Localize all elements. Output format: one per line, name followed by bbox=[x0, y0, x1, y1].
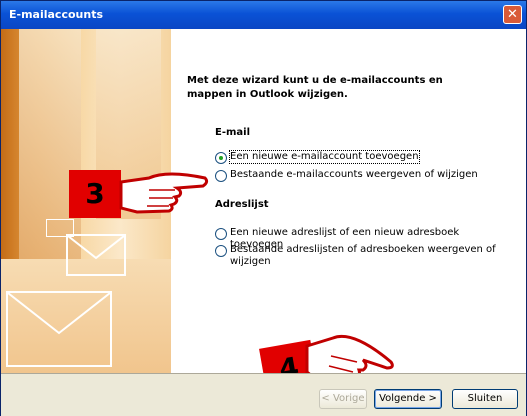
close-icon[interactable]: ✕ bbox=[503, 5, 522, 24]
radio-button[interactable] bbox=[215, 170, 227, 182]
radio-view-email-accounts[interactable]: Bestaande e-mailaccounts weergeven of wi… bbox=[215, 169, 478, 182]
envelope-icon bbox=[6, 291, 112, 367]
wizard-body: Met deze wizard kunt u de e-mailaccounts… bbox=[1, 29, 526, 373]
envelope-icon bbox=[66, 234, 126, 276]
radio-button[interactable] bbox=[215, 245, 227, 257]
radio-label[interactable]: Bestaande e-mailaccounts weergeven of wi… bbox=[230, 169, 478, 181]
pointing-hand-icon bbox=[119, 172, 209, 214]
step-3-marker: 3 bbox=[69, 170, 121, 218]
radio-button[interactable] bbox=[215, 228, 227, 240]
window-title: E-mailaccounts bbox=[9, 8, 103, 21]
intro-text: Met deze wizard kunt u de e-mailaccounts… bbox=[187, 75, 443, 100]
radio-new-email-account[interactable]: Een nieuwe e-mailaccount toevoegen bbox=[215, 150, 420, 164]
back-button[interactable]: < Vorige bbox=[319, 389, 367, 409]
radio-view-address-books[interactable]: Bestaande adreslijsten of adresboeken we… bbox=[215, 244, 500, 268]
address-heading: Adreslijst bbox=[215, 199, 269, 210]
radio-label[interactable]: Een nieuwe e-mailaccount toevoegen bbox=[229, 150, 420, 164]
wizard-content: Met deze wizard kunt u de e-mailaccounts… bbox=[187, 29, 517, 373]
title-bar[interactable]: E-mailaccounts ✕ bbox=[1, 1, 526, 29]
radio-label[interactable]: Bestaande adreslijsten of adresboeken we… bbox=[230, 244, 500, 268]
next-button[interactable]: Volgende > bbox=[374, 389, 442, 409]
email-heading: E-mail bbox=[215, 127, 251, 138]
close-button[interactable]: Sluiten bbox=[452, 389, 518, 409]
wizard-window: E-mailaccounts ✕ Met deze wizard kunt u … bbox=[0, 0, 527, 416]
button-bar: < Vorige Volgende > Sluiten bbox=[1, 373, 526, 416]
radio-button[interactable] bbox=[215, 152, 227, 164]
